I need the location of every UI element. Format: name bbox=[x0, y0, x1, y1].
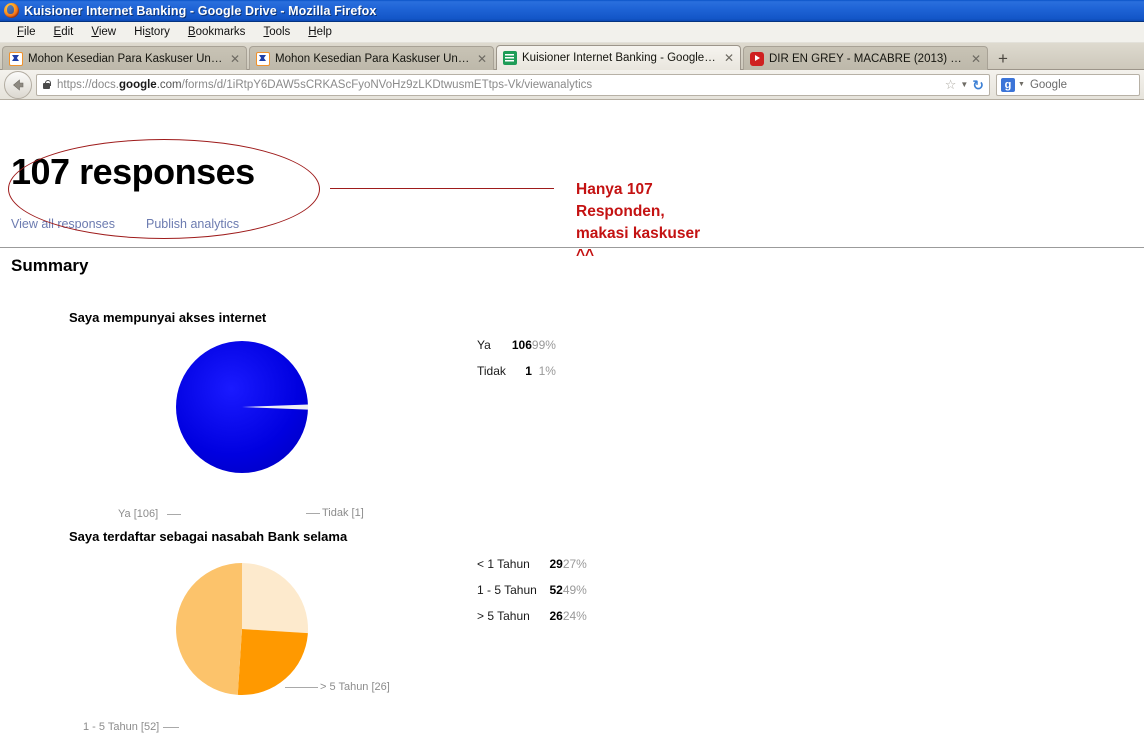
google-g-icon: g bbox=[1001, 77, 1015, 92]
pie-leader-line bbox=[163, 727, 179, 728]
reload-icon[interactable]: ↻ bbox=[972, 78, 984, 92]
pie-label: > 5 Tahun [26] bbox=[320, 681, 390, 693]
table-row: < 1 Tahun 29 27% bbox=[477, 557, 587, 583]
pie-leader-line bbox=[285, 687, 318, 688]
stat-percent: 24% bbox=[562, 609, 587, 623]
menu-history[interactable]: History bbox=[125, 24, 179, 40]
menu-edit[interactable]: Edit bbox=[45, 24, 83, 40]
pie-label: Tidak [1] bbox=[322, 507, 364, 519]
table-row: Tidak 1 1% bbox=[477, 364, 556, 390]
annotation-line-1: Hanya 107 bbox=[576, 181, 653, 198]
stat-count: 106 bbox=[511, 338, 532, 352]
tab-title: Mohon Kesedian Para Kaskuser Untuk Me... bbox=[28, 52, 224, 65]
table-row: > 5 Tahun 26 24% bbox=[477, 609, 587, 635]
browser-tab[interactable]: Mohon Kesedian Para Kaskuser Untuk Me...… bbox=[2, 46, 247, 70]
menu-bar: File Edit View History Bookmarks Tools H… bbox=[0, 22, 1144, 43]
stats-table-bank-tenure: < 1 Tahun 29 27% 1 - 5 Tahun 52 49% > 5 … bbox=[477, 557, 587, 635]
close-icon[interactable]: ✕ bbox=[230, 53, 240, 65]
pie-chart-internet-access bbox=[168, 336, 388, 478]
stats-table-internet-access: Ya 106 99% Tidak 1 1% bbox=[477, 338, 556, 390]
pie-label: Ya [106] bbox=[118, 508, 159, 520]
tab-title: Kuisioner Internet Banking - Google Driv… bbox=[522, 52, 718, 64]
chevron-down-icon[interactable]: ▼ bbox=[960, 80, 968, 89]
menu-file[interactable]: File bbox=[8, 24, 45, 40]
stat-label: Tidak bbox=[477, 364, 506, 378]
annotation-line-2: Responden, bbox=[576, 203, 665, 220]
url-bar[interactable]: https://docs.google.com/forms/d/1iRtpY6D… bbox=[36, 73, 990, 96]
new-tab-button[interactable]: + bbox=[990, 48, 1016, 70]
page-title: 107 responses bbox=[11, 151, 255, 192]
kaskus-favicon bbox=[9, 51, 23, 66]
browser-tab[interactable]: Mohon Kesedian Para Kaskuser Untuk Me...… bbox=[249, 46, 494, 70]
search-input[interactable]: Google bbox=[1030, 79, 1067, 91]
stat-label: 1 - 5 Tahun bbox=[477, 583, 537, 597]
menu-help[interactable]: Help bbox=[299, 24, 341, 40]
search-bar[interactable]: g ▼ Google bbox=[996, 73, 1140, 96]
tab-title: Mohon Kesedian Para Kaskuser Untuk Me... bbox=[275, 52, 471, 65]
annotation-leader-line bbox=[330, 188, 554, 189]
browser-tab-active[interactable]: Kuisioner Internet Banking - Google Driv… bbox=[496, 45, 741, 70]
tab-strip: Mohon Kesedian Para Kaskuser Untuk Me...… bbox=[0, 43, 1144, 70]
pie-label: 1 - 5 Tahun [52] bbox=[83, 721, 160, 733]
annotation-line-4: ^^ bbox=[576, 247, 595, 264]
stat-count: 1 bbox=[525, 364, 532, 378]
annotation-line-3: makasi kaskuser bbox=[576, 225, 701, 242]
stat-label: Ya bbox=[477, 338, 491, 352]
view-all-responses-link[interactable]: View all responses bbox=[11, 217, 115, 231]
table-row: Ya 106 99% bbox=[477, 338, 556, 364]
firefox-logo-icon bbox=[4, 3, 19, 18]
star-bookmark-icon[interactable]: ☆ bbox=[945, 78, 957, 91]
menu-view[interactable]: View bbox=[82, 24, 125, 40]
navigation-toolbar: https://docs.google.com/forms/d/1iRtpY6D… bbox=[0, 70, 1144, 100]
window-title: Kuisioner Internet Banking - Google Driv… bbox=[24, 3, 377, 18]
question-title: Saya mempunyai akses internet bbox=[69, 310, 267, 325]
window-titlebar: Kuisioner Internet Banking - Google Driv… bbox=[0, 0, 1144, 22]
annotation-text: Hanya 107 Responden, makasi kaskuser ^^ bbox=[576, 179, 756, 267]
menu-bookmarks[interactable]: Bookmarks bbox=[179, 24, 255, 40]
stat-label: > 5 Tahun bbox=[477, 609, 530, 623]
padlock-icon bbox=[42, 79, 51, 90]
stat-label: < 1 Tahun bbox=[477, 557, 530, 571]
close-icon[interactable]: ✕ bbox=[724, 52, 734, 64]
publish-analytics-link[interactable]: Publish analytics bbox=[146, 217, 239, 231]
stat-percent: 99% bbox=[531, 338, 556, 352]
kaskus-favicon bbox=[256, 51, 270, 66]
close-icon[interactable]: ✕ bbox=[971, 53, 981, 65]
stat-percent: 49% bbox=[562, 583, 587, 597]
header-divider bbox=[0, 247, 1144, 248]
google-sheets-favicon bbox=[503, 51, 517, 65]
youtube-favicon bbox=[750, 51, 764, 66]
firefox-window: Kuisioner Internet Banking - Google Driv… bbox=[0, 0, 1144, 733]
pie-leader-line bbox=[167, 514, 181, 515]
page-links: View all responses Publish analytics bbox=[11, 217, 239, 231]
stat-count: 52 bbox=[549, 583, 563, 597]
stat-count: 29 bbox=[549, 557, 563, 571]
menu-tools[interactable]: Tools bbox=[254, 24, 299, 40]
tab-title: DIR EN GREY - MACABRE (2013) - YouTube bbox=[769, 52, 965, 65]
summary-heading: Summary bbox=[11, 256, 89, 275]
stat-percent: 1% bbox=[538, 364, 556, 378]
close-icon[interactable]: ✕ bbox=[477, 53, 487, 65]
question-title: Saya terdaftar sebagai nasabah Bank sela… bbox=[69, 529, 348, 544]
table-row: 1 - 5 Tahun 52 49% bbox=[477, 583, 587, 609]
stat-percent: 27% bbox=[562, 557, 587, 571]
chevron-down-icon[interactable]: ▼ bbox=[1018, 81, 1025, 88]
url-text: https://docs.google.com/forms/d/1iRtpY6D… bbox=[57, 78, 593, 91]
pie-leader-line bbox=[306, 513, 320, 514]
back-arrow-icon[interactable] bbox=[4, 70, 32, 99]
page-content: 107 responses View all responses Publish… bbox=[0, 103, 1144, 733]
stat-count: 26 bbox=[549, 609, 563, 623]
browser-tab[interactable]: DIR EN GREY - MACABRE (2013) - YouTube ✕ bbox=[743, 46, 988, 70]
